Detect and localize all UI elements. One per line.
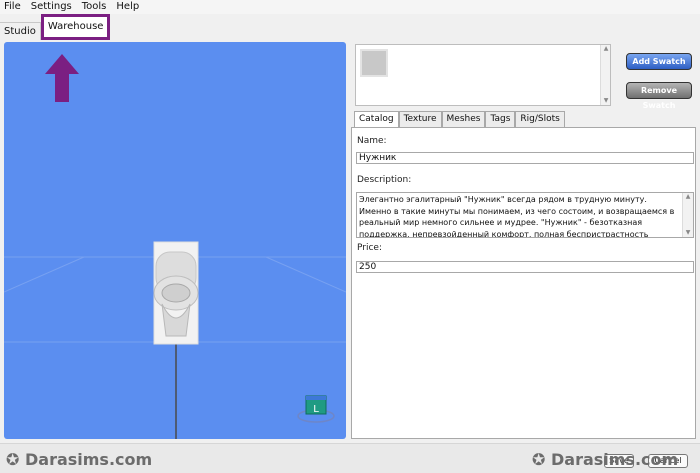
name-field[interactable]: Нужник bbox=[356, 152, 694, 164]
tab-meshes[interactable]: Meshes bbox=[441, 111, 486, 127]
scroll-up-icon[interactable]: ▲ bbox=[684, 193, 692, 201]
watermark-right-text: Darasims.com bbox=[550, 450, 679, 469]
description-scrollbar[interactable]: ▲ ▼ bbox=[682, 193, 693, 237]
menu-settings[interactable]: Settings bbox=[31, 0, 72, 14]
properties-panel: ▲ ▼ Add Swatch Remove Swatch Catalog Tex… bbox=[350, 42, 696, 439]
menu-bar: File Settings Tools Help bbox=[0, 0, 700, 14]
price-label: Price: bbox=[357, 243, 382, 253]
properties-tab-strip: Catalog Texture Meshes Tags Rig/Slots bbox=[354, 111, 565, 128]
tab-catalog[interactable]: Catalog bbox=[354, 111, 399, 128]
watermark-left: ✪ Darasims.com bbox=[6, 450, 153, 469]
tab-tags[interactable]: Tags bbox=[485, 111, 516, 127]
swatch-scrollbar[interactable]: ▲ ▼ bbox=[600, 45, 610, 105]
description-field[interactable]: Элегантно эгалитарный "Нужник" всегда ря… bbox=[356, 192, 694, 238]
tab-rig-slots[interactable]: Rig/Slots bbox=[515, 111, 565, 127]
price-field[interactable]: 250 bbox=[356, 261, 694, 273]
scroll-down-icon[interactable]: ▼ bbox=[602, 97, 610, 105]
watermark-right: ✪ Darasims.com bbox=[532, 450, 679, 469]
swatch-list[interactable]: ▲ ▼ bbox=[355, 44, 611, 106]
tab-texture[interactable]: Texture bbox=[398, 111, 442, 127]
level-badge-icon: L bbox=[297, 395, 335, 423]
menu-tools[interactable]: Tools bbox=[82, 0, 107, 14]
scroll-up-icon[interactable]: ▲ bbox=[602, 45, 610, 53]
tab-warehouse[interactable]: Warehouse bbox=[40, 14, 111, 40]
tab-studio[interactable]: Studio bbox=[0, 22, 41, 40]
description-text: Элегантно эгалитарный "Нужник" всегда ря… bbox=[359, 195, 675, 238]
annotation-arrow-icon bbox=[45, 54, 79, 102]
swatch-item[interactable] bbox=[360, 49, 388, 77]
name-label: Name: bbox=[357, 136, 387, 146]
scroll-down-icon[interactable]: ▼ bbox=[684, 229, 692, 237]
menu-help[interactable]: Help bbox=[116, 0, 139, 14]
watermark-left-text: Darasims.com bbox=[24, 450, 153, 469]
main-tab-strip: Studio Warehouse bbox=[0, 14, 111, 40]
catalog-panel: Name: Нужник Description: Элегантно эгал… bbox=[351, 127, 696, 439]
menu-file[interactable]: File bbox=[4, 0, 21, 14]
remove-swatch-button[interactable]: Remove Swatch bbox=[626, 82, 692, 110]
toilet-model bbox=[153, 241, 199, 345]
level-badge-letter: L bbox=[313, 404, 319, 415]
footer-bar: ✪ Darasims.com Save Cancel ✪ Darasims.co… bbox=[0, 443, 700, 473]
add-swatch-button[interactable]: Add Swatch bbox=[626, 53, 692, 70]
description-label: Description: bbox=[357, 175, 412, 185]
